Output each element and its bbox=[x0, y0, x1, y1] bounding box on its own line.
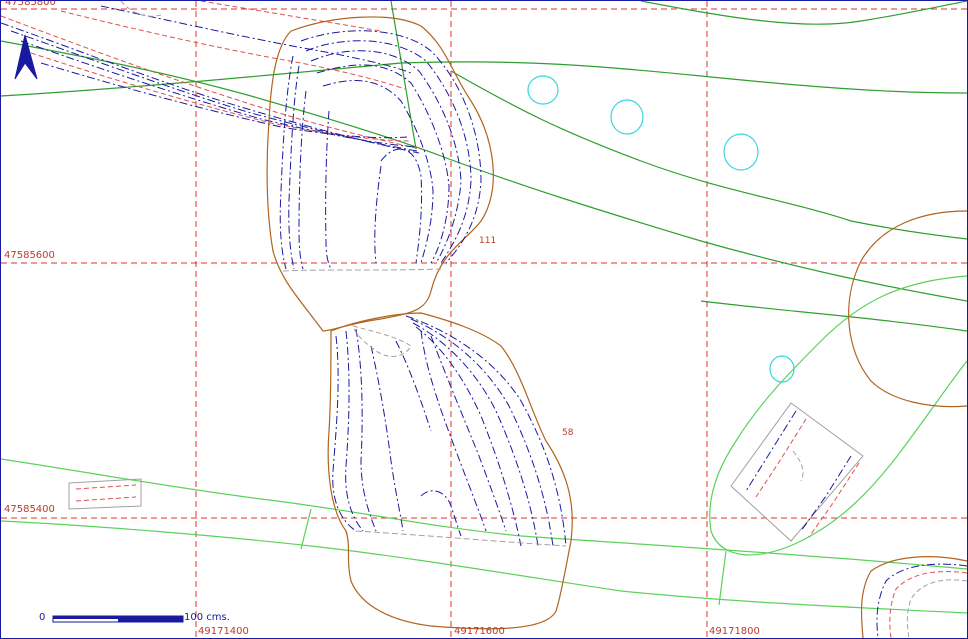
green-line bbox=[450, 70, 967, 240]
light-green-lines bbox=[1, 275, 967, 614]
light-green-line bbox=[718, 550, 727, 606]
feature-58-inner-shape bbox=[352, 325, 412, 357]
scale-end-label: 100 cms. bbox=[184, 613, 230, 623]
scale-unit: cms. bbox=[206, 612, 230, 623]
green-line bbox=[700, 300, 967, 332]
scale-start-label: 0 bbox=[39, 612, 46, 623]
northing-label: 47585400 bbox=[4, 504, 55, 515]
green-line bbox=[1, 40, 967, 302]
light-green-line bbox=[1, 458, 967, 570]
diagonal-contour-band bbox=[1, 1, 422, 154]
dark-green-lines bbox=[1, 1, 967, 332]
cyan-circle bbox=[769, 355, 795, 383]
feature-111-label[interactable]: 111 bbox=[479, 237, 496, 246]
cyan-circle bbox=[723, 133, 759, 171]
green-line bbox=[390, 1, 417, 150]
scale-bar bbox=[52, 615, 184, 623]
coordinate-grid bbox=[1, 1, 967, 638]
north-arrow-icon bbox=[14, 34, 38, 80]
right-feature-outline[interactable] bbox=[848, 210, 967, 408]
feature-58-label[interactable]: 58 bbox=[562, 429, 573, 438]
small-left-structure bbox=[68, 478, 142, 510]
northing-label-top: 47585800 bbox=[5, 0, 56, 8]
light-green-line bbox=[300, 508, 312, 550]
feature-58-cut-line bbox=[355, 530, 567, 547]
easting-label: 49171600 bbox=[454, 626, 505, 637]
northing-label: 47585600 bbox=[4, 250, 55, 261]
map-canvas[interactable]: 47585800 47585600 47585400 49171400 4917… bbox=[0, 0, 968, 639]
easting-label: 49171800 bbox=[709, 626, 760, 637]
cyan-circle bbox=[527, 75, 559, 105]
green-line bbox=[640, 1, 967, 25]
feature-58-contours bbox=[332, 315, 567, 547]
feature-111-cut-line bbox=[282, 268, 442, 272]
map-drawing bbox=[1, 1, 967, 638]
light-green-line bbox=[1, 520, 967, 614]
scale-end-value: 100 bbox=[184, 612, 204, 623]
rectangular-structure bbox=[730, 402, 864, 542]
green-line bbox=[1, 61, 967, 97]
bottom-right-contours bbox=[876, 563, 967, 638]
light-green-line bbox=[709, 275, 967, 556]
cyan-circle bbox=[610, 99, 644, 135]
easting-label: 49171400 bbox=[198, 626, 249, 637]
